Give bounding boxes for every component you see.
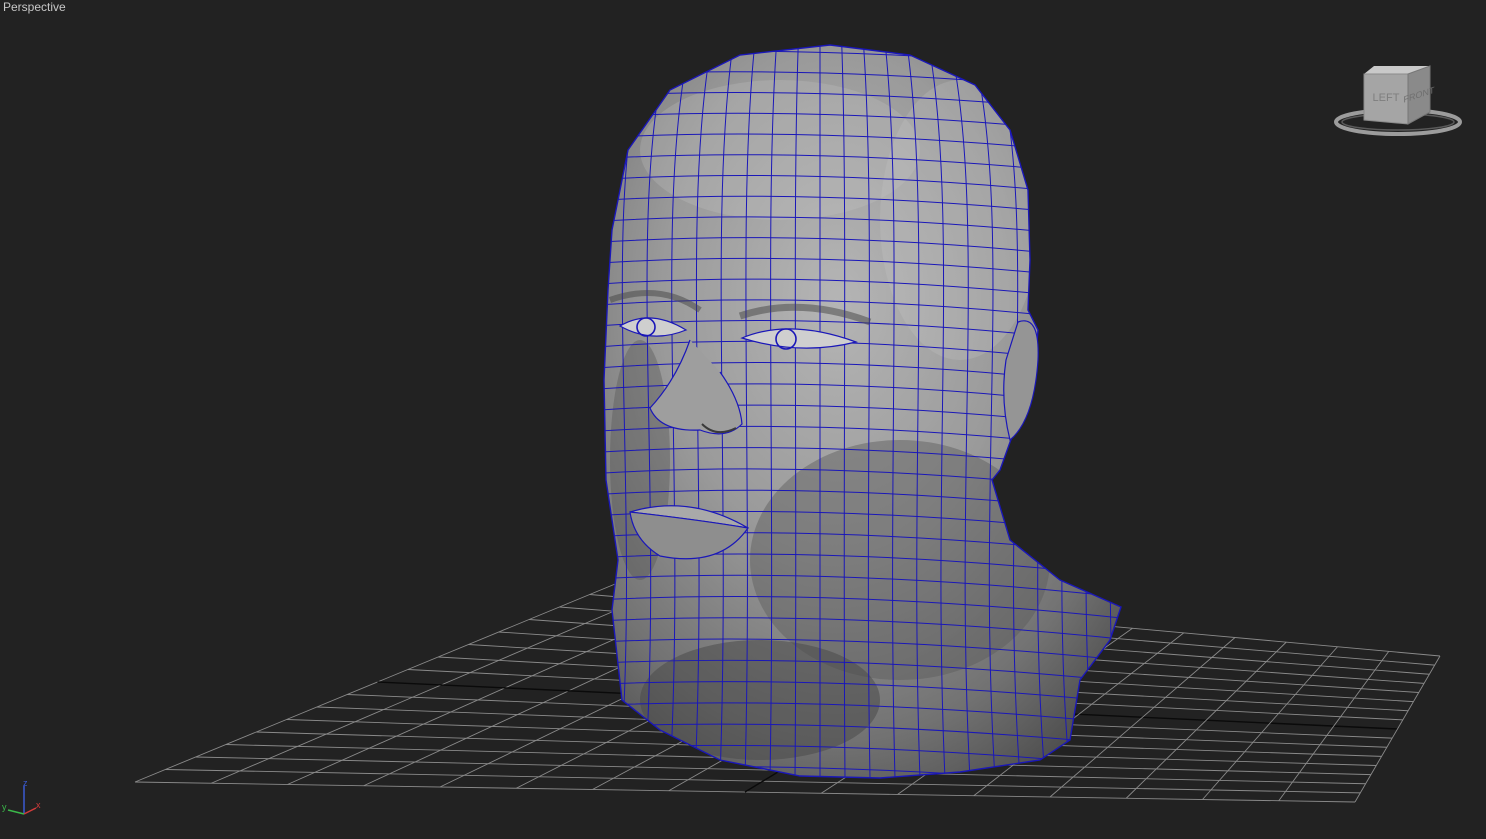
x-axis-line bbox=[23, 807, 37, 815]
x-axis-label: x bbox=[36, 800, 41, 810]
viewport-label[interactable]: Perspective bbox=[3, 0, 66, 14]
viewcube-left-label: LEFT bbox=[1373, 92, 1400, 104]
wire-line bbox=[543, 40, 583, 800]
wire-line bbox=[1100, 45, 1121, 778]
wire-line bbox=[518, 40, 561, 800]
perspective-viewport[interactable]: Perspective LEFT FRONT z x y bbox=[0, 0, 1486, 839]
viewcube-icon[interactable]: LEFT FRONT bbox=[1332, 60, 1466, 146]
scene-render[interactable] bbox=[0, 0, 1486, 839]
z-axis-label: z bbox=[23, 778, 28, 788]
grid-line bbox=[1125, 641, 1287, 799]
wire-line bbox=[604, 45, 605, 778]
y-axis-label: y bbox=[2, 802, 7, 812]
grid-line bbox=[1202, 646, 1338, 800]
wire-line bbox=[492, 40, 539, 800]
wire-line bbox=[560, 788, 1140, 809]
wire-line bbox=[1166, 40, 1224, 800]
axis-tripod: z x y bbox=[2, 778, 41, 815]
y-axis-line bbox=[7, 809, 25, 815]
grid-line bbox=[1354, 655, 1441, 803]
